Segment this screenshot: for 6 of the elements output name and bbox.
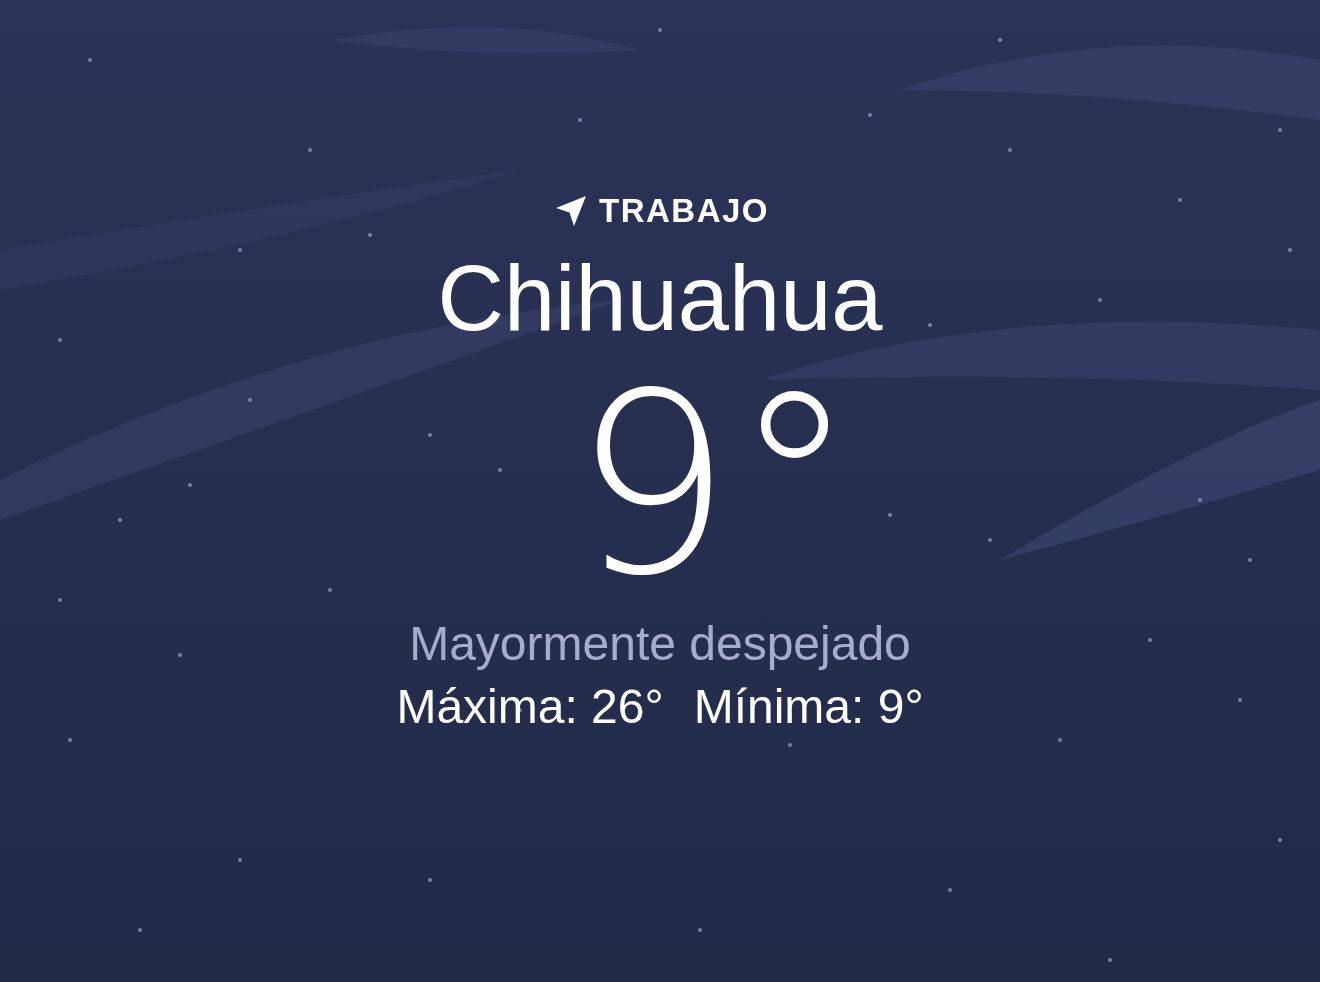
city-name: Chihuahua (437, 252, 883, 344)
high-temperature: Máxima: 26° (396, 679, 664, 734)
location-label: TRABAJO (599, 192, 769, 230)
temperature: 9° (572, 360, 858, 610)
weather-condition: Mayormente despejado (409, 616, 911, 671)
low-temperature: Mínima: 9° (693, 679, 924, 734)
